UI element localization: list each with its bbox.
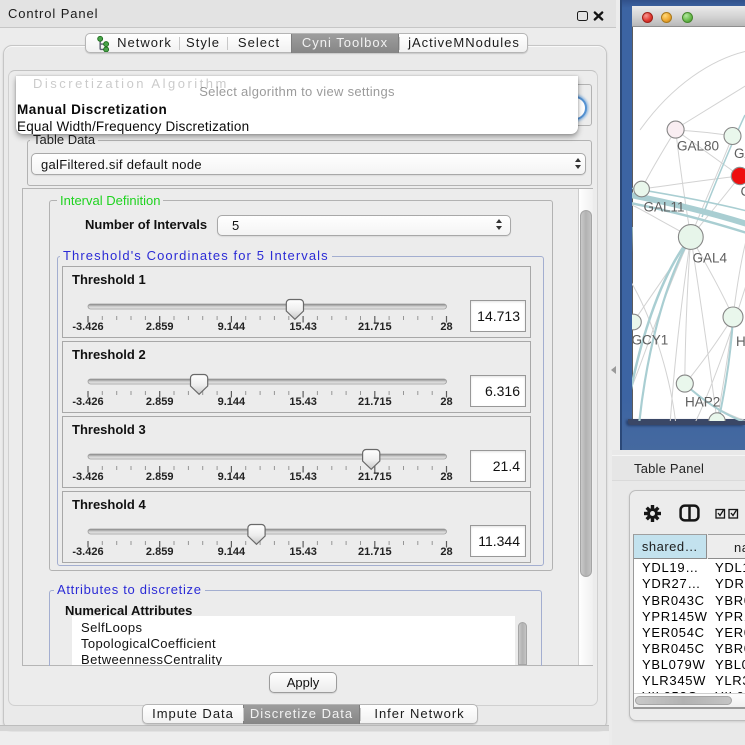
- svg-text:HAP2: HAP2: [685, 395, 720, 410]
- svg-text:GAL4: GAL4: [693, 251, 728, 266]
- svg-text:CY: CY: [741, 184, 745, 199]
- svg-text:GAL80: GAL80: [677, 139, 719, 154]
- svg-text:GAL2: GAL2: [734, 146, 745, 161]
- svg-text:GAL11: GAL11: [644, 200, 685, 215]
- svg-text:GCY1: GCY1: [632, 333, 668, 348]
- svg-text:H: H: [736, 334, 745, 349]
